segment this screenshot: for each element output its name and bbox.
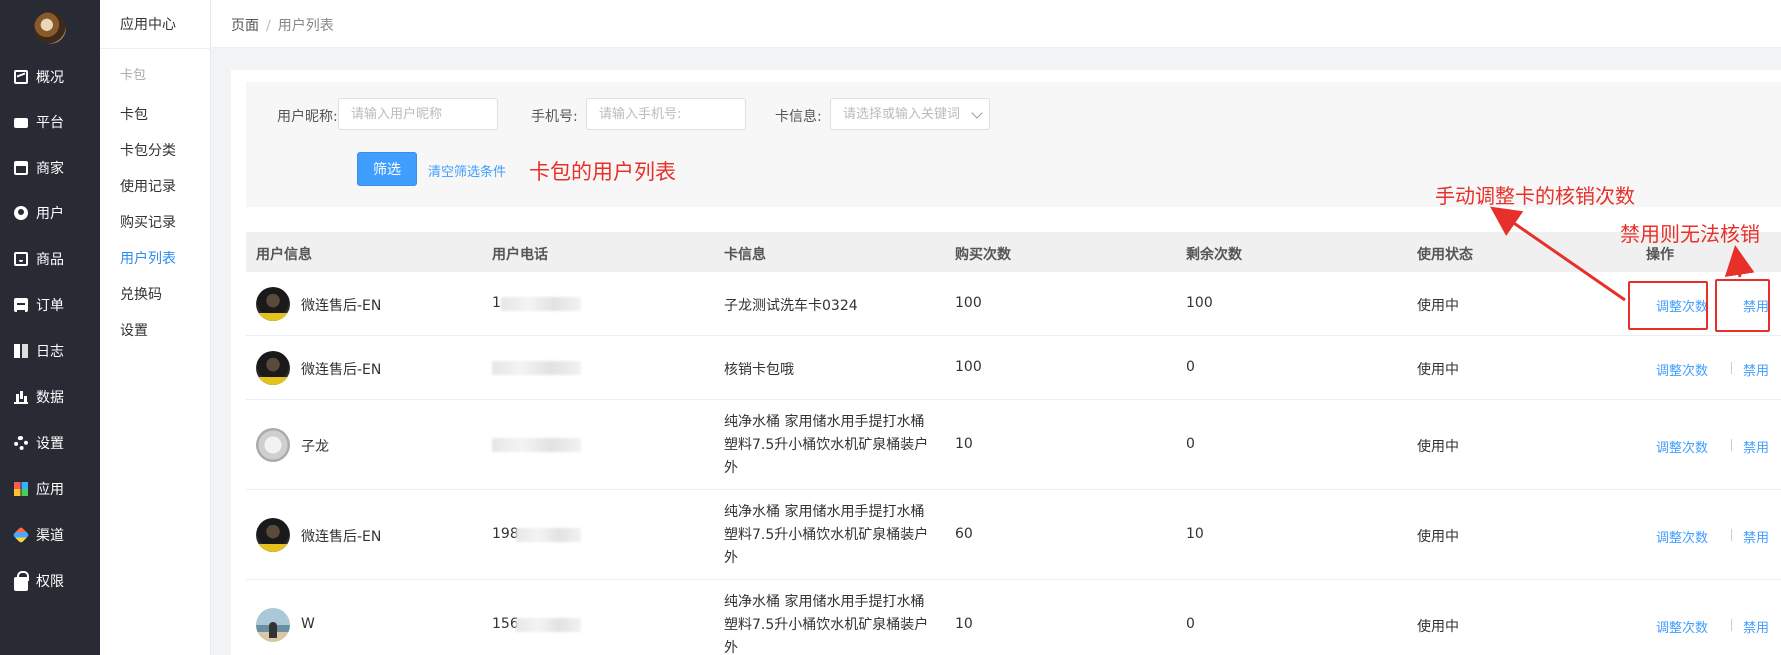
arrow-to-disable-label bbox=[1724, 245, 1755, 278]
arrow-to-adjust-label bbox=[1490, 206, 1626, 302]
annotation-arrows bbox=[1490, 206, 1755, 302]
